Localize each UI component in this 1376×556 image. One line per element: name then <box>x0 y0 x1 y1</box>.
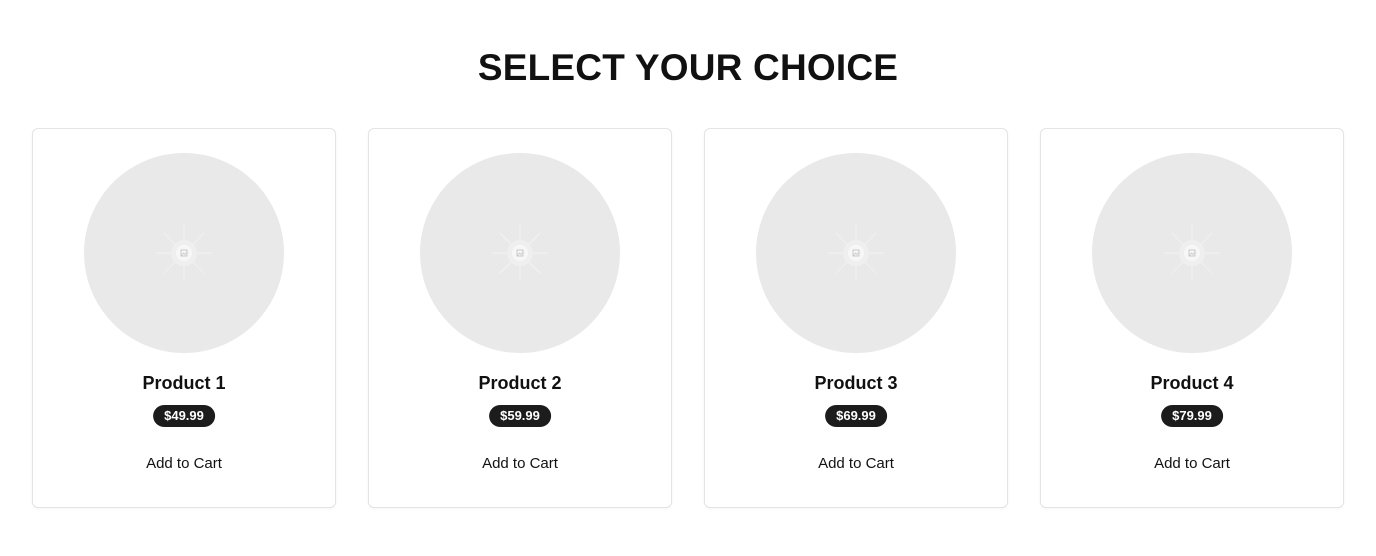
product-image-placeholder <box>420 153 620 353</box>
product-image-placeholder <box>84 153 284 353</box>
image-placeholder-icon <box>828 225 884 281</box>
product-name: Product 4 <box>1150 373 1234 393</box>
add-to-cart-button[interactable]: Add to Cart <box>1146 451 1238 477</box>
add-to-cart-button[interactable]: Add to Cart <box>474 451 566 477</box>
price-badge: $69.99 <box>825 405 887 427</box>
add-to-cart-button[interactable]: Add to Cart <box>138 451 230 477</box>
add-to-cart-button[interactable]: Add to Cart <box>810 451 902 477</box>
price-badge: $49.99 <box>153 405 215 427</box>
product-card: Product 3 $69.99 Add to Cart <box>704 128 1008 508</box>
product-grid: Product 1 $49.99 Add to Cart Product 2 $… <box>32 128 1344 508</box>
product-name: Product 3 <box>814 373 898 393</box>
product-card: Product 4 $79.99 Add to Cart <box>1040 128 1344 508</box>
image-placeholder-icon <box>1164 225 1220 281</box>
product-name: Product 1 <box>142 373 226 393</box>
product-name: Product 2 <box>478 373 562 393</box>
product-image-placeholder <box>1092 153 1292 353</box>
page-title: SELECT YOUR CHOICE <box>477 47 899 88</box>
product-image-placeholder <box>756 153 956 353</box>
price-badge: $79.99 <box>1161 405 1223 427</box>
price-badge: $59.99 <box>489 405 551 427</box>
image-placeholder-icon <box>156 225 212 281</box>
image-placeholder-icon <box>492 225 548 281</box>
product-card: Product 1 $49.99 Add to Cart <box>32 128 336 508</box>
product-selection-page: SELECT YOUR CHOICE Product 1 $49.99 Add … <box>0 0 1376 556</box>
product-card: Product 2 $59.99 Add to Cart <box>368 128 672 508</box>
